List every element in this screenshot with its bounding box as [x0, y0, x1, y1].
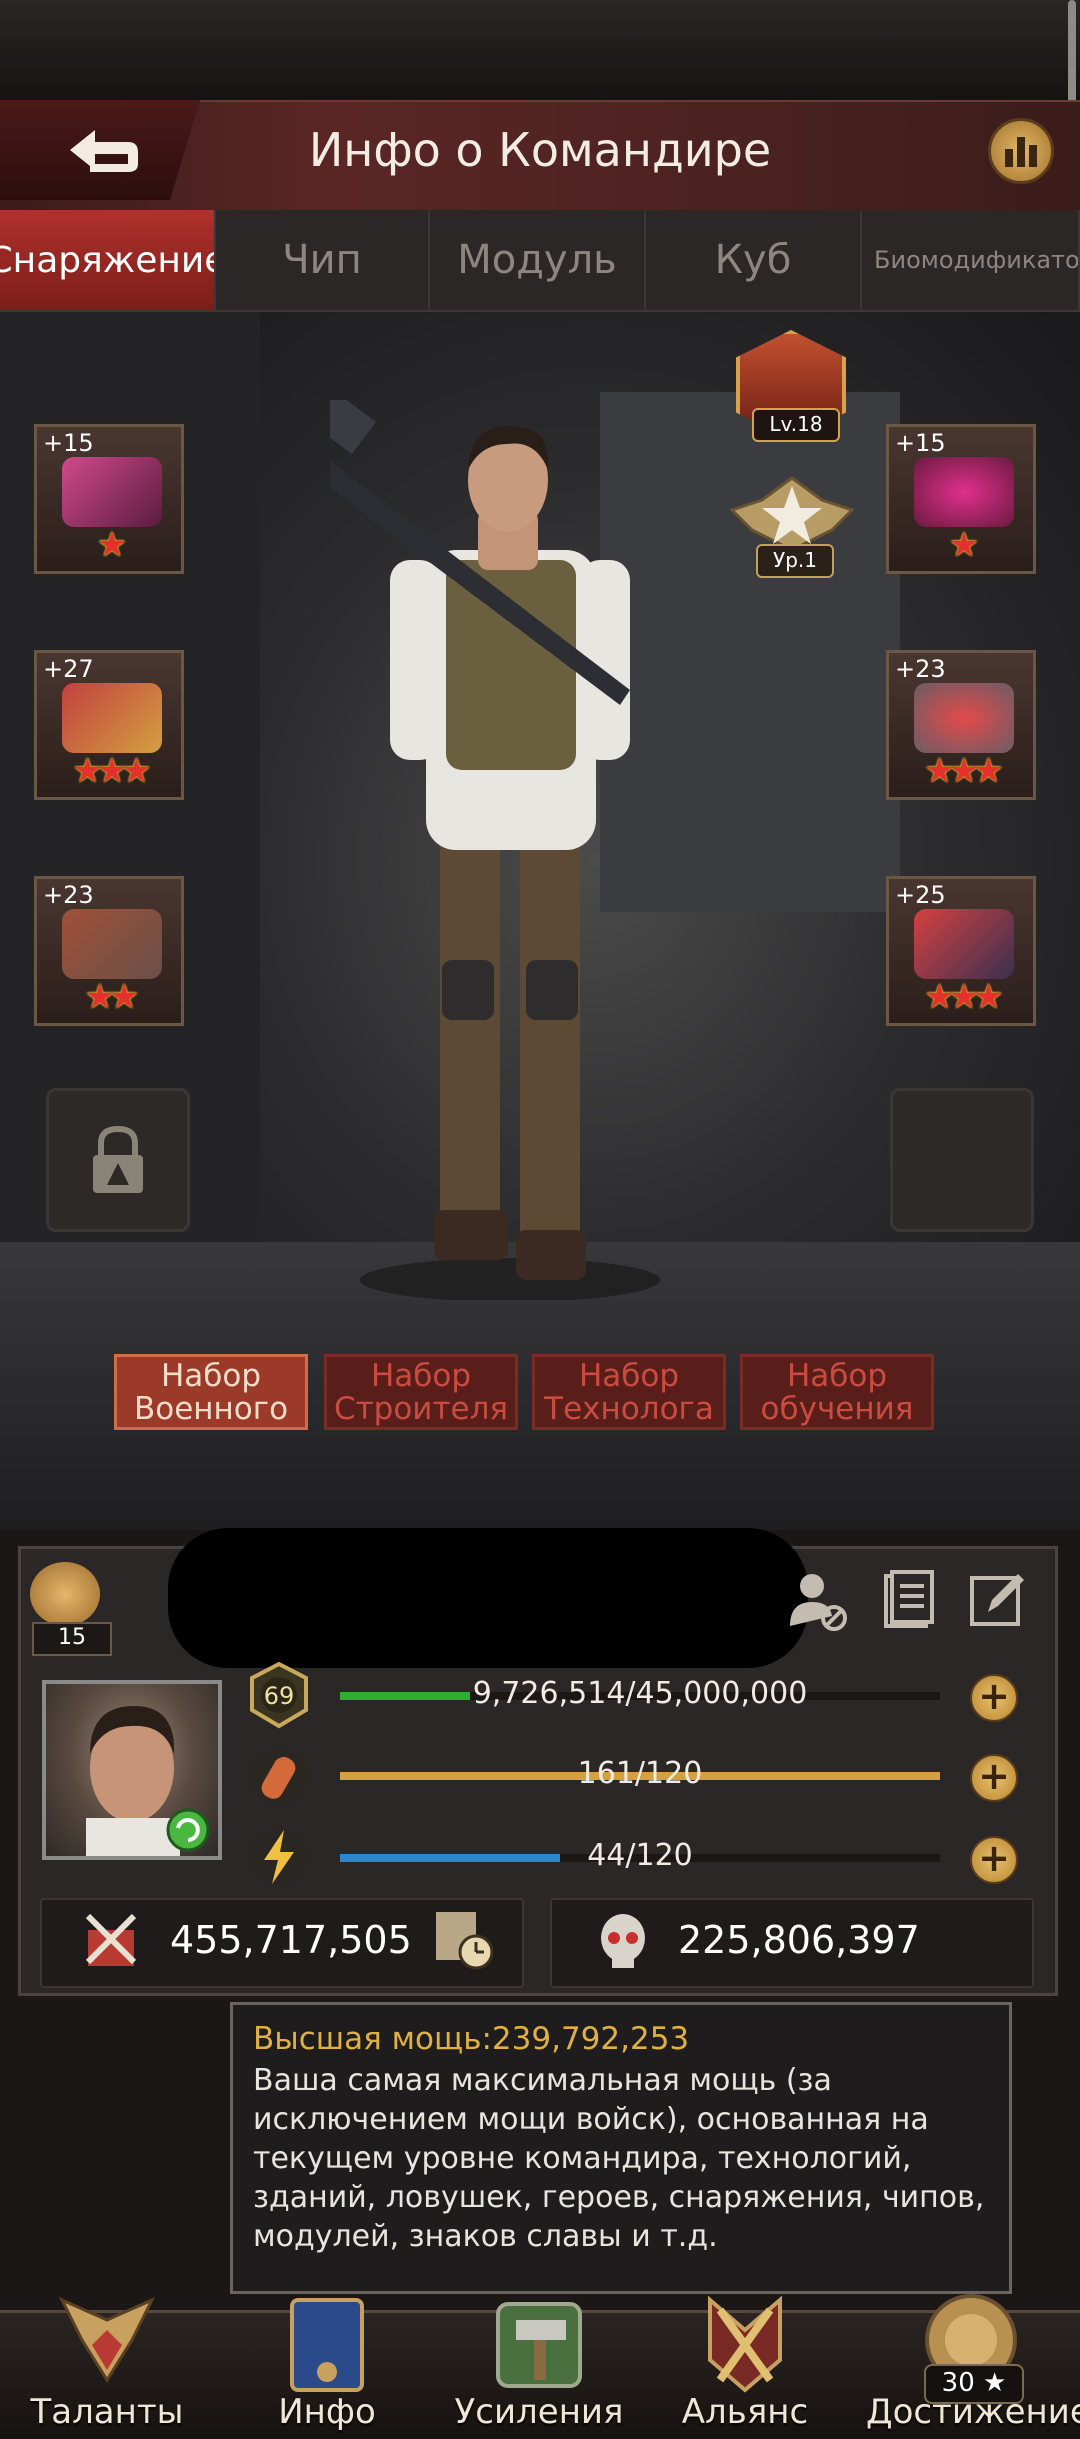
tooltip-title: Высшая мощь:239,792,253 — [253, 2021, 690, 2057]
talents-wings-icon — [58, 2296, 156, 2383]
likes-count: 15 — [32, 1622, 112, 1656]
set-builder-button[interactable]: Набор Строителя — [324, 1354, 518, 1430]
equipment-level-text: Lv.18 — [752, 408, 840, 442]
pink-rifle-icon — [62, 457, 162, 527]
nav-talents[interactable]: Таланты — [2, 2290, 212, 2436]
add-exp-button[interactable]: + — [970, 1674, 1018, 1722]
nav-label: Альянс — [681, 2392, 809, 2432]
tab-equipment[interactable]: Снаряжение — [0, 210, 216, 310]
power-armor-icon — [62, 909, 162, 979]
stats-chart-button[interactable] — [988, 118, 1054, 184]
crossed-arrows-icon — [85, 1913, 137, 1966]
equipment-slot-boots[interactable]: +25 ★★★ — [886, 876, 1036, 1026]
power-value: 455,717,505 — [170, 1918, 412, 1962]
helmet-icon — [914, 457, 1014, 527]
armor-vest-icon — [62, 683, 162, 753]
set-label-line2: Строителя — [333, 1391, 509, 1427]
equipment-slot-ring[interactable]: +23 ★★★ — [886, 650, 1036, 800]
set-label-line1: Набор — [370, 1358, 472, 1394]
commander-level-value: 69 — [264, 1682, 295, 1710]
boosts-hammer-icon — [496, 2302, 582, 2388]
slot-level: +23 — [43, 881, 94, 909]
edit-pencil-icon[interactable] — [966, 1568, 1030, 1632]
empty-slot[interactable] — [890, 1088, 1034, 1232]
add-energy-button[interactable]: + — [970, 1836, 1018, 1884]
document-list-icon[interactable] — [876, 1568, 940, 1632]
back-arrow-icon — [70, 130, 138, 172]
set-label-line1: Набор — [786, 1358, 888, 1394]
commander-portrait-icon — [86, 1706, 210, 1856]
tab-cube[interactable]: Куб — [646, 210, 862, 310]
nav-label: Инфо — [278, 2392, 376, 2432]
slot-stars: ★★ — [84, 977, 140, 1017]
redacted-name — [168, 1528, 808, 1668]
chart-bar-icon — [1005, 149, 1013, 167]
chart-bar-icon — [1017, 137, 1025, 167]
slot-level: +15 — [43, 429, 94, 457]
nav-alliance[interactable]: Альянс — [640, 2290, 850, 2436]
stamina-value: 161/120 — [577, 1756, 703, 1791]
set-label-line1: Набор — [160, 1358, 262, 1394]
power-info-clock-icon[interactable] — [430, 1906, 496, 1972]
rank-level-text: Ур.1 — [756, 544, 834, 578]
locked-slot[interactable] — [46, 1088, 190, 1232]
slot-stars: ★ — [96, 525, 127, 565]
thumbs-up-icon[interactable] — [30, 1562, 100, 1626]
slot-level: +27 — [43, 655, 94, 683]
slot-level: +23 — [895, 655, 946, 683]
slot-stars: ★★★ — [72, 751, 151, 791]
tab-bar: Снаряжение Чип Модуль Куб Биомодификатор — [0, 210, 1080, 312]
energy-value: 44/120 — [587, 1838, 693, 1873]
set-label-line2: Военного — [133, 1391, 289, 1427]
boots-icon — [914, 909, 1014, 979]
top-frame — [0, 0, 1080, 103]
back-button[interactable] — [0, 100, 200, 200]
equipment-slot-helmet[interactable]: +15 ★ — [886, 424, 1036, 574]
chart-bar-icon — [1029, 145, 1037, 167]
slot-stars: ★ — [948, 525, 979, 565]
set-training-button[interactable]: Набор обучения — [740, 1354, 934, 1430]
achievement-count-badge: 30 ★ — [924, 2364, 1024, 2404]
kills-value: 225,806,397 — [678, 1918, 920, 1962]
avatar[interactable] — [42, 1680, 222, 1860]
set-label-line1: Набор — [578, 1358, 680, 1394]
tab-chip[interactable]: Чип — [216, 210, 430, 310]
set-military-button[interactable]: Набор Военного — [114, 1354, 308, 1430]
nav-info[interactable]: Инфо — [222, 2290, 432, 2436]
commander-figure — [330, 400, 660, 1300]
nav-label: Таланты — [30, 2392, 184, 2432]
max-power-tooltip: Высшая мощь:239,792,253 Ваша самая макси… — [230, 2002, 1012, 2294]
equipment-slot-vest[interactable]: +27 ★★★ — [34, 650, 184, 800]
nav-achievement[interactable]: Достижение — [866, 2290, 1080, 2436]
tab-module[interactable]: Модуль — [430, 210, 646, 310]
set-technologist-button[interactable]: Набор Технолога — [532, 1354, 726, 1430]
energy-bolt-icon — [251, 1829, 307, 1885]
nav-boosts[interactable]: Усиления — [434, 2290, 644, 2436]
ring-gem-icon — [914, 683, 1014, 753]
skull-icon — [601, 1914, 645, 1968]
commander-level-icon: 69 — [250, 1661, 308, 1729]
nav-label: Усиления — [454, 2392, 624, 2432]
slot-stars: ★★★ — [924, 751, 1003, 791]
user-block-icon[interactable] — [786, 1568, 850, 1632]
exp-value: 9,726,514/45,000,000 — [472, 1676, 808, 1711]
stamina-vial-icon — [251, 1749, 307, 1805]
set-label-line2: обучения — [760, 1391, 914, 1427]
info-book-icon — [290, 2298, 364, 2392]
alliance-swords-icon — [708, 2295, 782, 2393]
slot-stars: ★★★ — [924, 977, 1003, 1017]
slot-level: +25 — [895, 881, 946, 909]
equipment-slot-weapon[interactable]: +15 ★ — [34, 424, 184, 574]
tooltip-body: Ваша самая максимальная мощь (за исключе… — [253, 2063, 985, 2254]
add-stamina-button[interactable]: + — [970, 1754, 1018, 1802]
tab-biomodifier[interactable]: Биомодификатор — [862, 210, 1080, 310]
equipment-slot-armor[interactable]: +23 ★★ — [34, 876, 184, 1026]
lock-icon — [93, 1125, 143, 1193]
page-title: Инфо о Командире — [308, 123, 772, 177]
slot-level: +15 — [895, 429, 946, 457]
set-label-line2: Технолога — [544, 1391, 714, 1427]
